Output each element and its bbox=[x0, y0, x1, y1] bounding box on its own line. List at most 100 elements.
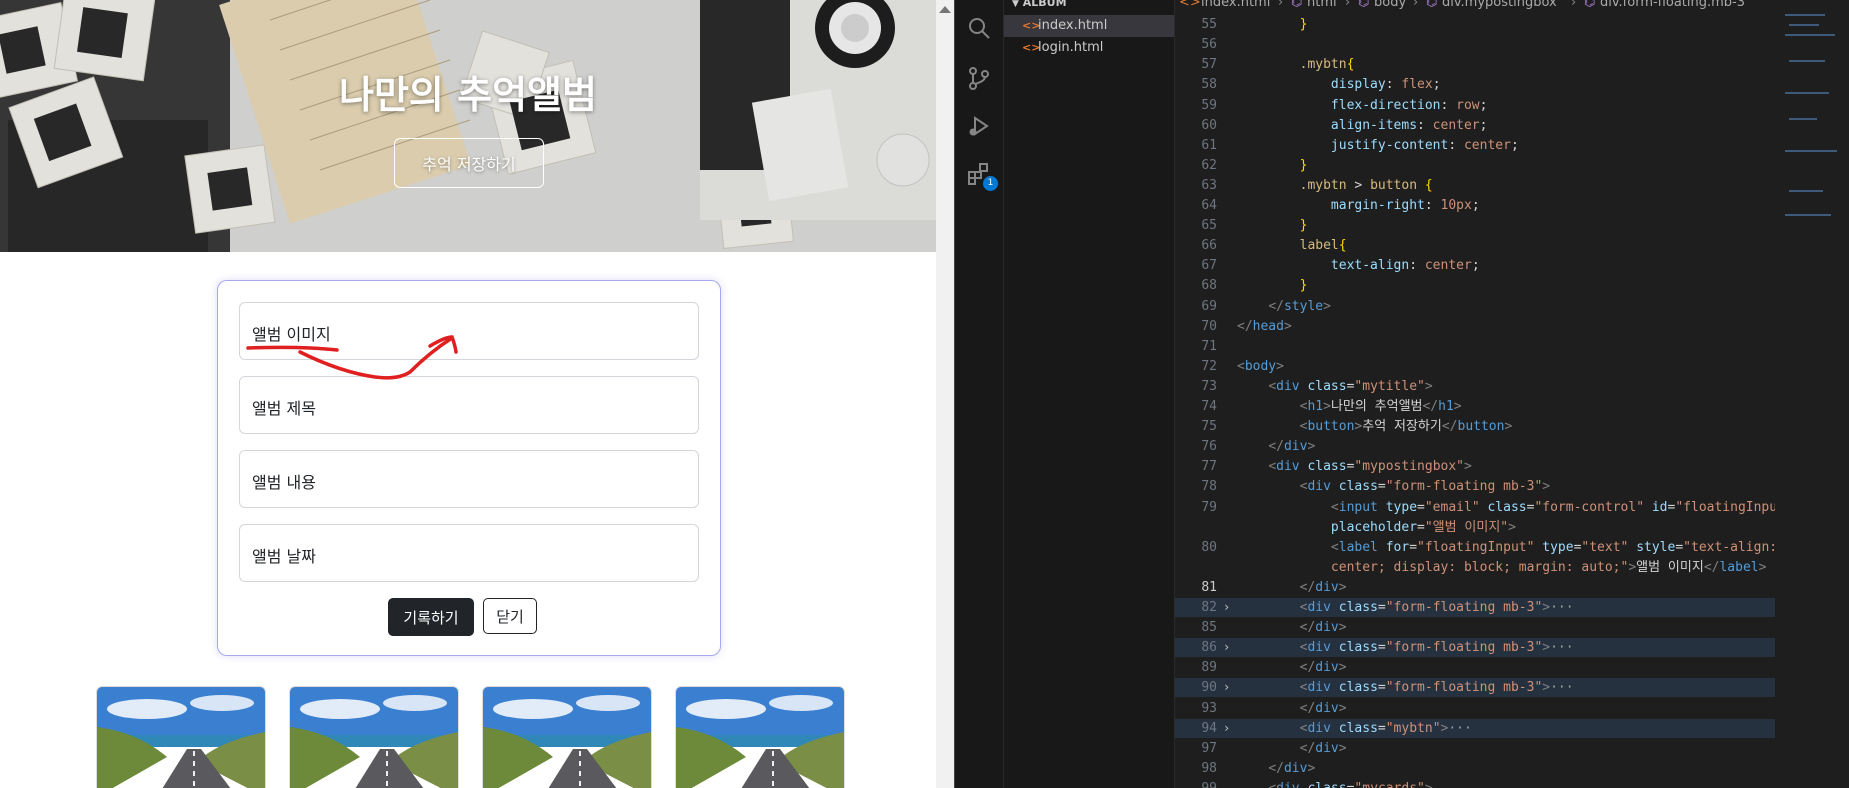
minimap-line bbox=[1785, 150, 1837, 152]
code-token: = bbox=[1377, 720, 1386, 736]
preview-scrollbar[interactable] bbox=[936, 0, 954, 788]
code-text: </div> bbox=[1237, 578, 1347, 597]
breadcrumb-item[interactable]: index.html bbox=[1201, 0, 1270, 10]
line-number: 68 bbox=[1201, 278, 1217, 294]
album-card[interactable] bbox=[675, 686, 845, 788]
code-line[interactable]: 82 › <div class="form-floating mb-3">··· bbox=[1175, 598, 1775, 617]
source-control-icon[interactable] bbox=[967, 66, 991, 90]
code-line[interactable]: 86 › <div class="form-floating mb-3">··· bbox=[1175, 638, 1775, 658]
code-line[interactable]: 80 <label for="floatingInput" type="text… bbox=[1175, 538, 1777, 557]
code-token: </ bbox=[1268, 760, 1284, 776]
minimap-line bbox=[1785, 34, 1835, 36]
code-line[interactable]: 81 </div> bbox=[1175, 578, 1775, 597]
code-line[interactable]: 77 <div class="mypostingbox"> bbox=[1175, 457, 1775, 476]
code-token: : bbox=[1424, 198, 1441, 213]
album-content-label: 앨범 내용 bbox=[252, 473, 316, 492]
code-token: align-items bbox=[1330, 117, 1418, 133]
code-token: > bbox=[1338, 660, 1347, 676]
album-content-field[interactable]: 앨범 내용 bbox=[239, 450, 699, 508]
code-line[interactable]: 93 </div> bbox=[1175, 699, 1775, 718]
code-line[interactable]: 74 <h1>나만의 추억앨범</h1> bbox=[1175, 397, 1775, 416]
code-line[interactable]: 61 justify-content: center; bbox=[1175, 136, 1775, 155]
code-line[interactable]: 85 </div> bbox=[1175, 618, 1775, 637]
code-token: button bbox=[1370, 177, 1418, 193]
code-line[interactable]: 62 } bbox=[1175, 156, 1775, 175]
run-debug-icon[interactable] bbox=[967, 114, 991, 138]
file-item-login[interactable]: <> login.html bbox=[1004, 37, 1174, 59]
code-line[interactable]: 79 <input type="email" class="form-contr… bbox=[1175, 498, 1792, 517]
code-token: .mybtn bbox=[1299, 57, 1347, 73]
code-line[interactable]: 57 .mybtn{ bbox=[1175, 55, 1775, 74]
code-token: > bbox=[1508, 519, 1516, 535]
code-area[interactable]: 54 border-radius: 10px;55 }5657 .mybtn{5… bbox=[1175, 0, 1793, 788]
card-landscape-image bbox=[290, 687, 458, 788]
code-line[interactable]: 94 › <div class="mybtn">··· bbox=[1175, 718, 1775, 738]
album-card[interactable] bbox=[482, 686, 652, 788]
fold-chevron-icon[interactable]: › bbox=[1223, 638, 1230, 657]
code-line[interactable]: 56 bbox=[1175, 35, 1775, 54]
album-card[interactable] bbox=[289, 686, 459, 788]
code-token: "text" bbox=[1581, 539, 1629, 555]
code-token: > bbox=[1542, 600, 1551, 615]
code-line[interactable]: 65 } bbox=[1175, 216, 1775, 235]
code-line[interactable]: 59 flex-direction: row; bbox=[1175, 96, 1775, 115]
code-line[interactable]: 67 text-align: center; bbox=[1175, 256, 1775, 275]
record-button[interactable]: 기록하기 bbox=[388, 598, 474, 636]
code-line[interactable]: 63 .mybtn > button { bbox=[1175, 176, 1775, 195]
fold-chevron-icon[interactable]: › bbox=[1223, 719, 1230, 738]
code-line[interactable]: 75 <button>추억 저장하기</button> bbox=[1175, 417, 1775, 436]
code-token: } bbox=[1299, 17, 1308, 33]
code-text: <div class="mycards"> bbox=[1237, 779, 1432, 788]
code-line[interactable]: 98 </div> bbox=[1175, 759, 1775, 778]
file-item-index[interactable]: <> index.html bbox=[1004, 15, 1174, 37]
album-date-field[interactable]: 앨범 날짜 bbox=[239, 524, 699, 582]
breadcrumb-item[interactable]: body bbox=[1374, 0, 1406, 10]
scroll-up-arrow-icon[interactable] bbox=[939, 6, 951, 13]
code-line[interactable]: 68 } bbox=[1175, 276, 1775, 295]
code-line[interactable]: 58 display: flex; bbox=[1175, 75, 1775, 94]
code-token: > bbox=[1307, 760, 1316, 776]
code-line[interactable]: 90 › <div class="form-floating mb-3">··· bbox=[1175, 678, 1775, 698]
code-token: h1 bbox=[1307, 399, 1324, 414]
code-token: > bbox=[1338, 740, 1347, 756]
code-line[interactable]: 55 } bbox=[1175, 15, 1775, 34]
line-number: 60 bbox=[1201, 117, 1217, 133]
code-line[interactable]: 72 <body> bbox=[1175, 357, 1775, 376]
code-token: placeholder bbox=[1330, 519, 1418, 535]
fold-chevron-icon[interactable]: › bbox=[1223, 598, 1230, 617]
code-line[interactable]: center; display: block; margin: auto;">앨… bbox=[1175, 558, 1775, 577]
album-card[interactable] bbox=[96, 686, 266, 788]
minimap[interactable] bbox=[1775, 0, 1849, 788]
code-line[interactable]: 64 margin-right: 10px; bbox=[1175, 196, 1775, 215]
line-number: 89 bbox=[1201, 660, 1217, 676]
line-number: 64 bbox=[1201, 198, 1217, 213]
breadcrumb-item[interactable]: div.mypostingbox bbox=[1442, 0, 1557, 10]
code-text: <div class="mytitle"> bbox=[1237, 377, 1432, 396]
code-token: : bbox=[1409, 258, 1425, 274]
close-button[interactable]: 닫기 bbox=[483, 598, 537, 634]
fold-chevron-icon[interactable]: › bbox=[1223, 678, 1230, 697]
explorer-folder-header[interactable]: ▼ ALBUM bbox=[1012, 0, 1067, 9]
code-line[interactable]: 99 <div class="mycards"> bbox=[1175, 779, 1775, 788]
code-line[interactable]: 97 </div> bbox=[1175, 739, 1775, 758]
minimap-line bbox=[1785, 92, 1829, 94]
search-icon[interactable] bbox=[967, 16, 991, 40]
code-line[interactable]: 66 label{ bbox=[1175, 236, 1775, 255]
breadcrumb-item[interactable]: div.form-floating.mb-3 bbox=[1600, 0, 1745, 10]
code-line[interactable]: 73 <div class="mytitle"> bbox=[1175, 377, 1775, 396]
code-line[interactable]: 70 </head> bbox=[1175, 317, 1775, 336]
breadcrumb-item[interactable]: html bbox=[1307, 0, 1337, 10]
code-line[interactable]: placeholder="앨범 이미지"> bbox=[1175, 518, 1775, 537]
code-line[interactable]: 60 align-items: center; bbox=[1175, 116, 1775, 135]
code-line[interactable]: 69 </style> bbox=[1175, 297, 1775, 316]
code-line[interactable]: 76 </div> bbox=[1175, 437, 1775, 456]
code-line[interactable]: 89 </div> bbox=[1175, 658, 1775, 677]
code-token: class bbox=[1338, 720, 1378, 736]
code-line[interactable]: 78 <div class="form-floating mb-3"> bbox=[1175, 477, 1775, 496]
code-line[interactable]: 71 bbox=[1175, 337, 1775, 356]
